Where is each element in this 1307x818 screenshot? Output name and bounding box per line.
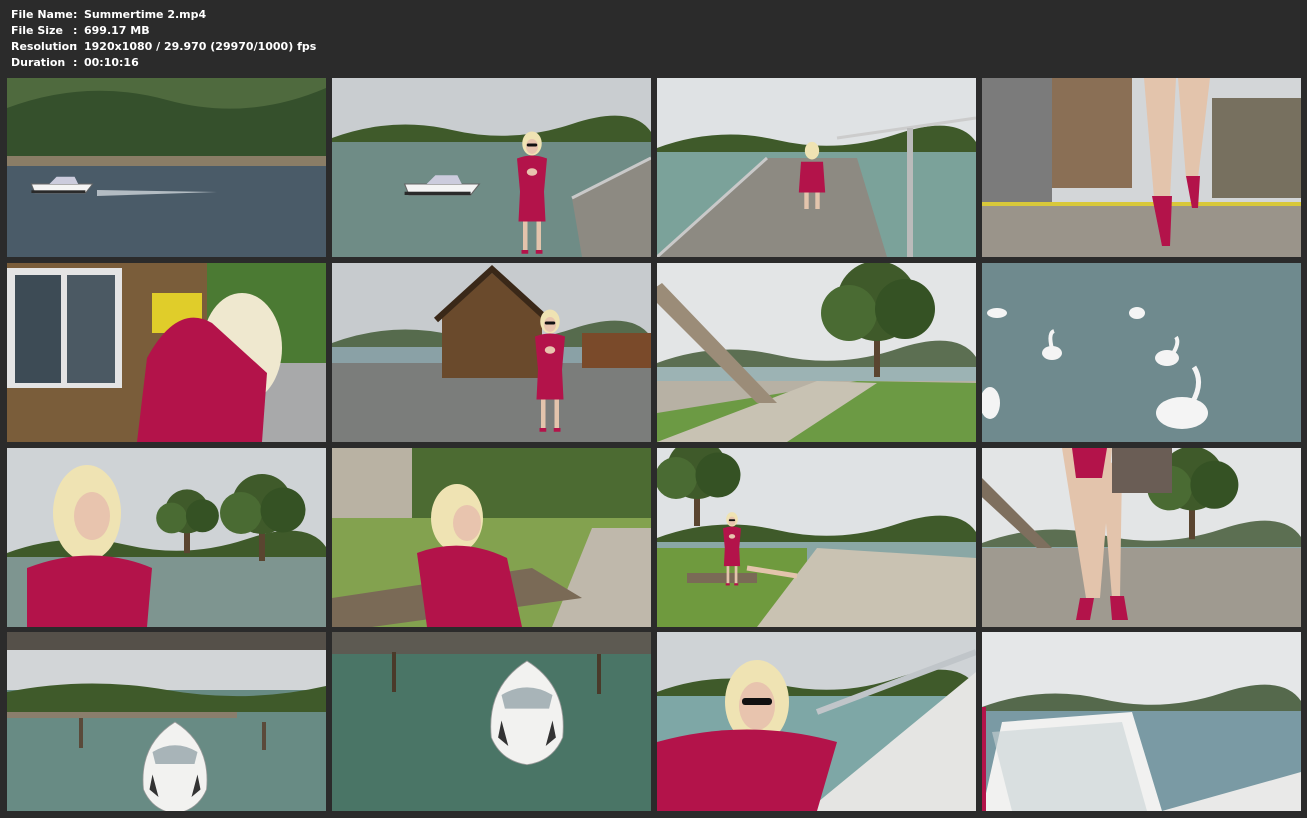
- video-thumbnail-speedboat-on-lake: [7, 78, 326, 257]
- thumbnail-frame-image: [7, 632, 326, 811]
- video-thumbnail-boat-at-dock: [7, 632, 326, 811]
- video-thumbnail-boat-from-above: [332, 632, 651, 811]
- video-thumbnail-woman-on-bench: [332, 448, 651, 627]
- thumbnail-frame-image: [7, 78, 326, 257]
- video-thumbnail-woman-in-boat: [657, 632, 976, 811]
- video-thumbnail-woman-portrait-lakeside: [7, 448, 326, 627]
- thumbnail-frame-image: [332, 78, 651, 257]
- thumbnail-frame-image: [657, 448, 976, 627]
- thumbnail-frame-image: [657, 632, 976, 811]
- video-thumbnail-swans-in-water: [982, 263, 1301, 442]
- thumbnail-frame-image: [7, 448, 326, 627]
- thumbnail-frame-image: [982, 632, 1301, 811]
- video-thumbnail-woman-crouching-on-pier: [657, 78, 976, 257]
- video-thumbnail-legs-walking-on-pier: [982, 78, 1301, 257]
- video-thumbnail-woman-on-pier-with-boat: [332, 78, 651, 257]
- video-thumbnail-legs-walking-on-path: [982, 448, 1301, 627]
- thumbnail-frame-image: [332, 263, 651, 442]
- video-thumbnail-woman-at-kiosk: [7, 263, 326, 442]
- video-thumbnail-stairs-and-tree-lakeside: [657, 263, 976, 442]
- thumbnail-grid: [0, 0, 1307, 818]
- thumbnail-frame-image: [982, 263, 1301, 442]
- thumbnail-frame-image: [657, 78, 976, 257]
- thumbnail-frame-image: [982, 448, 1301, 627]
- video-thumbnail-woman-by-boathouse: [332, 263, 651, 442]
- thumbnail-frame-image: [657, 263, 976, 442]
- video-thumbnail-boat-windshield-view: [982, 632, 1301, 811]
- thumbnail-frame-image: [332, 448, 651, 627]
- thumbnail-frame-image: [7, 263, 326, 442]
- video-thumbnail-woman-on-bench-wide: [657, 448, 976, 627]
- thumbnail-frame-image: [982, 78, 1301, 257]
- thumbnail-frame-image: [332, 632, 651, 811]
